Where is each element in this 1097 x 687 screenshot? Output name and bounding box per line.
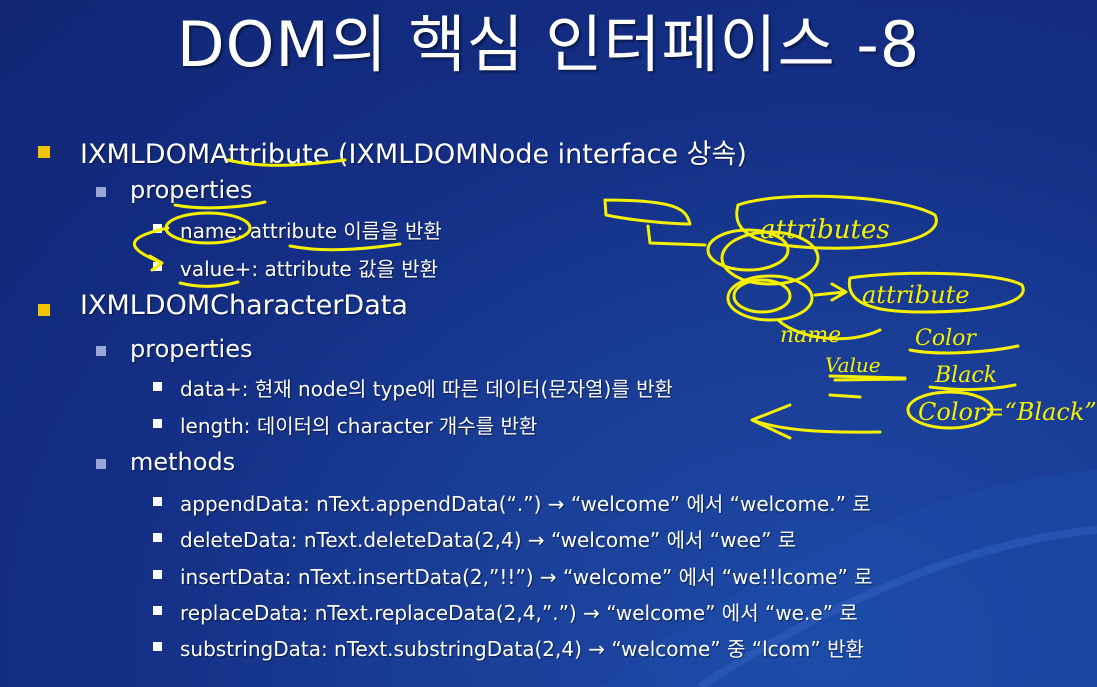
- bullet-marker: [153, 642, 162, 651]
- bullet-properties-2: properties: [130, 335, 253, 363]
- bullet-marker: [96, 346, 106, 356]
- bullet-ixmldomcharacterdata: IXMLDOMCharacterData: [80, 290, 408, 321]
- ink-box-attribute: [847, 271, 1025, 314]
- bullet-marker: [153, 533, 162, 542]
- ink-circle-3: [732, 278, 792, 314]
- bullet-marker: [153, 419, 162, 428]
- bullet-length: length: 데이터의 character 개수를 반환: [180, 414, 538, 438]
- bullet-marker: [38, 146, 50, 158]
- ink-underline-color: [908, 344, 1020, 355]
- ink-underline-value: [178, 280, 240, 288]
- ink-text-value: Value: [825, 353, 881, 377]
- bullet-marker: [153, 497, 162, 506]
- ink-circle-color: [906, 390, 994, 430]
- ink-arrow-attribute: [813, 282, 848, 302]
- bullet-replacedata: replaceData: nText.replaceData(2,4,”.”) …: [180, 601, 858, 625]
- ink-text-attribute: attribute: [862, 281, 969, 309]
- bullet-properties-1: properties: [130, 176, 253, 204]
- ink-arrow-name-value: [133, 226, 170, 272]
- bullet-ixmldomattribute: IXMLDOMAttribute (IXMLDOMNode interface …: [80, 139, 747, 170]
- bullet-value: value+: attribute 값을 반환: [180, 257, 439, 281]
- bullet-marker: [96, 187, 106, 197]
- bullet-marker: [153, 382, 162, 391]
- ink-bracket: [603, 198, 692, 226]
- ink-box-attributes: [735, 194, 938, 250]
- bullet-insertdata: insertData: nText.insertData(2,”!!”) → “…: [180, 565, 873, 589]
- ink-bracket-line: [646, 224, 707, 247]
- bullet-marker: [38, 304, 50, 316]
- ink-underline-name: [776, 318, 882, 341]
- ink-circle-1: [706, 228, 790, 272]
- bullet-marker: [153, 570, 162, 579]
- ink-underline-attribute-name: [288, 242, 402, 252]
- bullet-appenddata: appendData: nText.appendData(“.”) → “wel…: [180, 492, 871, 516]
- slide-title: DOM의 핵심 인터페이스 -8: [176, 8, 921, 81]
- ink-line-data: [833, 377, 907, 382]
- bullet-data: data+: 현재 node의 type에 따른 데이터(문자열)를 반환: [180, 377, 673, 401]
- ink-text-color-black: Color=“Black”: [918, 398, 1097, 426]
- ink-text-name: name: [780, 323, 841, 348]
- bullet-marker: [153, 262, 162, 271]
- bullet-marker: [153, 606, 162, 615]
- bullet-name: name: attribute 이름을 반환: [180, 219, 442, 243]
- ink-text-black: Black: [934, 363, 997, 388]
- ink-underline-black: [928, 383, 1017, 391]
- bullet-deletedata: deleteData: nText.deleteData(2,4) → “wel…: [180, 528, 797, 552]
- bullet-marker: [153, 224, 162, 233]
- ink-arrow-back: [750, 403, 882, 440]
- ink-text-color: Color: [915, 326, 977, 351]
- bullet-marker: [96, 459, 106, 469]
- ink-circle-2: [720, 230, 820, 286]
- ink-circle-4: [726, 274, 814, 322]
- bullet-methods: methods: [130, 448, 236, 476]
- ink-text-attributes: attributes: [760, 215, 890, 245]
- ink-underline-value2: [828, 374, 907, 380]
- ink-line-data-2: [828, 393, 862, 399]
- bullet-substringdata: substringData: nText.substringData(2,4) …: [180, 637, 864, 661]
